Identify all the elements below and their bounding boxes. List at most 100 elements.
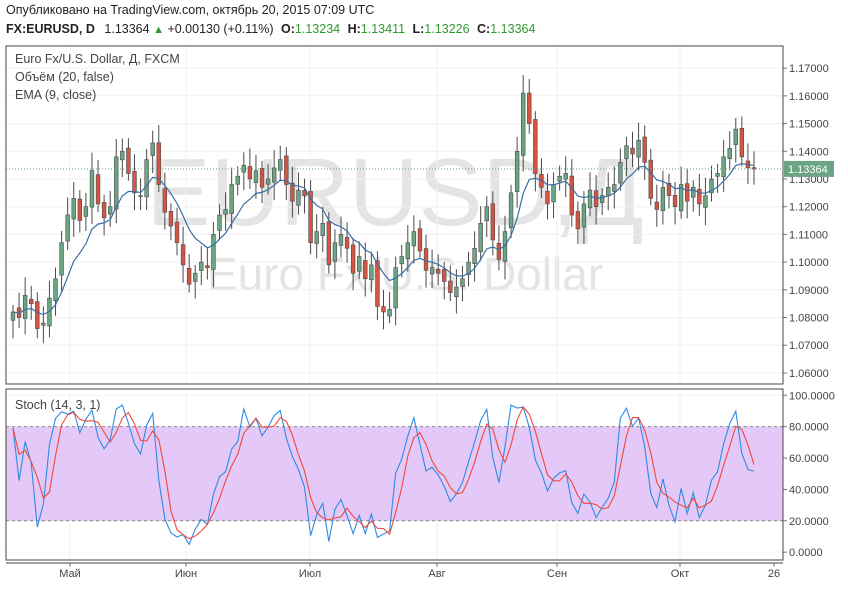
candle-body xyxy=(448,280,453,293)
stoch-tick-label: 100.0000 xyxy=(789,390,835,402)
candle-body xyxy=(563,173,568,180)
candle-body xyxy=(223,209,228,215)
candle-body xyxy=(411,231,417,247)
candle-body xyxy=(691,186,696,198)
candle-body xyxy=(235,175,240,185)
stoch-tick-label: 20.0000 xyxy=(789,516,829,528)
candle-body xyxy=(521,92,526,156)
candle-body xyxy=(387,308,392,317)
candle-body xyxy=(727,148,732,159)
candle-body xyxy=(144,159,149,198)
price-chart[interactable]: EURUSD,Д Euro Fx/U.S. Dollar 1.170001.16… xyxy=(0,0,848,590)
candle-body xyxy=(514,150,520,193)
watermark-name: Euro Fx/U.S. Dollar xyxy=(207,248,603,300)
x-tick-label: Авг xyxy=(428,568,445,580)
candle-body xyxy=(217,214,222,231)
x-tick-label: Июл xyxy=(299,568,321,580)
price-tick-label: 1.08000 xyxy=(789,313,829,325)
stoch-legend: Stoch (14, 3, 1) xyxy=(15,398,101,412)
candle-body xyxy=(581,203,587,228)
candle-body xyxy=(636,139,641,158)
stoch-band xyxy=(6,426,783,521)
candle-body xyxy=(672,195,678,207)
candle-body xyxy=(654,201,660,210)
candle-body xyxy=(71,198,76,220)
candle-body xyxy=(739,127,745,158)
candle-body xyxy=(490,203,496,241)
candle-body xyxy=(59,242,64,276)
candle-body xyxy=(618,162,623,184)
candle-body xyxy=(193,272,198,282)
candle-body xyxy=(423,248,429,271)
price-tick-label: 1.17000 xyxy=(789,63,829,75)
legend-volume: Объём (20, false) xyxy=(15,70,114,84)
candle-body xyxy=(229,184,234,214)
candle-body xyxy=(65,214,70,242)
price-tick-label: 1.15000 xyxy=(789,119,829,131)
candle-body xyxy=(271,167,277,183)
price-tick-label: 1.10000 xyxy=(789,257,829,269)
candle-body xyxy=(496,242,502,260)
candle-body xyxy=(381,306,386,313)
candle-body xyxy=(630,147,635,155)
candle-body xyxy=(733,128,738,145)
x-tick-label: Окт xyxy=(671,568,690,580)
candle-body xyxy=(150,142,155,156)
price-tick-label: 1.16000 xyxy=(789,91,829,103)
candle-body xyxy=(114,156,119,210)
last-price-label: 1.13364 xyxy=(788,164,828,176)
legend-ema: EMA (9, close) xyxy=(15,88,97,102)
candle-body xyxy=(454,286,459,298)
candle-body xyxy=(107,206,113,215)
candle-body xyxy=(435,268,441,274)
candle-body xyxy=(138,195,143,197)
candle-body xyxy=(612,184,617,192)
candle-body xyxy=(35,301,40,329)
candle-body xyxy=(399,256,404,265)
candle-body xyxy=(642,136,647,163)
candle-body xyxy=(417,228,423,252)
candle-body xyxy=(545,190,550,205)
candle-body xyxy=(205,265,210,268)
x-tick-label: Сен xyxy=(547,568,567,580)
x-tick-label: Май xyxy=(59,568,81,580)
candle-body xyxy=(22,295,28,319)
candle-body xyxy=(186,267,192,285)
candle-body xyxy=(338,234,344,246)
x-tick-label: 26 xyxy=(768,568,780,580)
candle-body xyxy=(211,234,216,270)
candle-body xyxy=(357,256,362,272)
stoch-tick-label: 80.0000 xyxy=(789,422,829,434)
price-tick-label: 1.11000 xyxy=(789,229,828,241)
candle-body xyxy=(278,159,283,171)
candle-body xyxy=(95,174,101,205)
candle-body xyxy=(326,221,332,266)
candle-body xyxy=(101,202,107,219)
price-tick-label: 1.12000 xyxy=(789,202,829,214)
candle-body xyxy=(77,198,82,221)
candle-body xyxy=(265,178,271,185)
candle-body xyxy=(575,211,581,230)
candle-body xyxy=(41,322,46,326)
candle-body xyxy=(10,311,16,321)
legend-title: Euro Fx/U.S. Dollar, Д, FXCM xyxy=(15,52,180,66)
stoch-tick-label: 60.0000 xyxy=(789,453,829,465)
candle-body xyxy=(344,236,350,249)
candle-body xyxy=(259,168,265,188)
price-tick-label: 1.07000 xyxy=(789,340,829,352)
candle-body xyxy=(557,175,562,182)
candle-body xyxy=(350,244,356,274)
candle-body xyxy=(508,192,514,229)
candle-body xyxy=(587,189,593,209)
candle-body xyxy=(247,166,253,180)
candle-body xyxy=(120,150,125,161)
candle-body xyxy=(703,195,708,208)
candle-body xyxy=(484,206,489,222)
x-tick-label: Июн xyxy=(175,568,197,580)
candle-body xyxy=(405,242,410,260)
candle-body xyxy=(162,188,168,213)
candle-body xyxy=(89,170,95,208)
candle-body xyxy=(83,206,89,217)
candle-body xyxy=(527,92,532,124)
candle-body xyxy=(624,145,629,159)
